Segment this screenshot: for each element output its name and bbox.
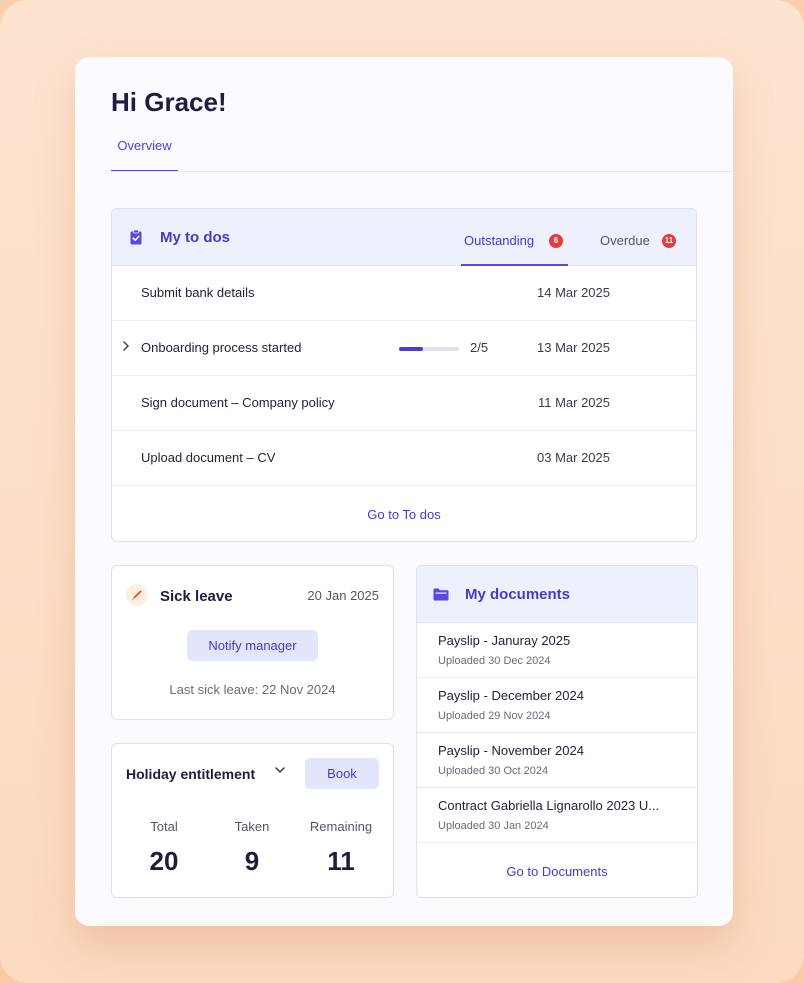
todo-text: Upload document – CV: [141, 450, 276, 465]
overdue-count-badge: 11: [662, 234, 676, 248]
chevron-right-icon[interactable]: [122, 340, 130, 355]
document-name: Contract Gabriella Lignarollo 2023 U...: [438, 798, 660, 813]
document-item[interactable]: Contract Gabriella Lignarollo 2023 U... …: [417, 788, 697, 843]
tab-outstanding[interactable]: Outstanding 6: [461, 209, 568, 266]
todo-item[interactable]: Sign document – Company policy 11 Mar 20…: [112, 376, 696, 431]
stat-total-value: 20: [149, 846, 179, 876]
sick-leave-date: 20 Jan 2025: [307, 588, 379, 603]
outstanding-count-badge: 6: [549, 234, 563, 248]
dashboard-card: Hi Grace! Overview My to dos Outstanding…: [75, 57, 733, 926]
document-item[interactable]: Payslip - Januray 2025 Uploaded 30 Dec 2…: [417, 623, 697, 678]
documents-header: My documents: [417, 566, 697, 623]
holiday-entitlement-card: Holiday entitlement Book Total 20 Taken …: [111, 743, 394, 898]
chevron-down-icon[interactable]: [273, 763, 287, 777]
stat-remaining-label: Remaining: [309, 819, 373, 834]
todo-date: 11 Mar 2025: [537, 395, 610, 410]
todo-date: 03 Mar 2025: [537, 450, 610, 465]
stat-total-label: Total: [150, 819, 178, 834]
progress-bar: [399, 347, 459, 351]
document-meta: Uploaded 30 Oct 2024: [438, 765, 549, 777]
folder-icon: [433, 588, 449, 601]
go-to-todos-link[interactable]: Go to To dos: [112, 507, 696, 522]
documents-panel: My documents Payslip - Januray 2025 Uplo…: [416, 565, 698, 898]
progress-fill: [399, 347, 423, 351]
document-name: Payslip - Januray 2025: [438, 633, 571, 648]
sick-leave-card: Sick leave 20 Jan 2025 Notify manager La…: [111, 565, 394, 720]
todo-item[interactable]: Upload document – CV 03 Mar 2025: [112, 431, 696, 486]
notify-manager-button[interactable]: Notify manager: [187, 630, 318, 661]
todos-title: My to dos: [160, 229, 230, 246]
document-meta: Uploaded 29 Nov 2024: [438, 710, 551, 722]
document-meta: Uploaded 30 Jan 2024: [438, 820, 549, 832]
document-name: Payslip - December 2024: [438, 688, 584, 703]
holiday-entitlement-dropdown[interactable]: Holiday entitlement: [126, 766, 255, 782]
book-button[interactable]: Book: [305, 758, 379, 789]
document-item[interactable]: Payslip - November 2024 Uploaded 30 Oct …: [417, 733, 697, 788]
sick-leave-title: Sick leave: [160, 588, 233, 605]
tab-outstanding-label: Outstanding: [464, 233, 535, 248]
document-name: Payslip - November 2024: [438, 743, 584, 758]
todo-text: Submit bank details: [141, 285, 255, 300]
progress-text: 2/5: [470, 340, 489, 355]
pencil-icon: [126, 584, 148, 606]
tab-overview[interactable]: Overview: [111, 137, 178, 172]
stat-taken-value: 9: [244, 846, 260, 876]
tab-overdue[interactable]: Overdue: [600, 233, 650, 248]
page-title: Hi Grace!: [111, 87, 227, 117]
todos-header: My to dos Outstanding 6 Overdue 11: [112, 209, 696, 266]
tab-divider: [111, 171, 733, 172]
last-sick-leave: Last sick leave: 22 Nov 2024: [169, 682, 336, 697]
todo-date: 13 Mar 2025: [537, 340, 610, 355]
stat-remaining-value: 11: [327, 846, 355, 876]
todo-item[interactable]: Onboarding process started 2/5 13 Mar 20…: [112, 321, 696, 376]
todos-panel: My to dos Outstanding 6 Overdue 11 Submi…: [111, 208, 697, 542]
document-meta: Uploaded 30 Dec 2024: [438, 655, 551, 667]
todo-item[interactable]: Submit bank details 14 Mar 2025: [112, 266, 696, 321]
document-item[interactable]: Payslip - December 2024 Uploaded 29 Nov …: [417, 678, 697, 733]
go-to-documents-link[interactable]: Go to Documents: [417, 864, 697, 879]
todo-text: Sign document – Company policy: [141, 395, 335, 410]
documents-title: My documents: [465, 586, 571, 603]
stat-taken-label: Taken: [234, 819, 270, 834]
todo-text: Onboarding process started: [141, 340, 302, 355]
clipboard-check-icon: [130, 230, 142, 245]
todo-date: 14 Mar 2025: [537, 285, 610, 300]
